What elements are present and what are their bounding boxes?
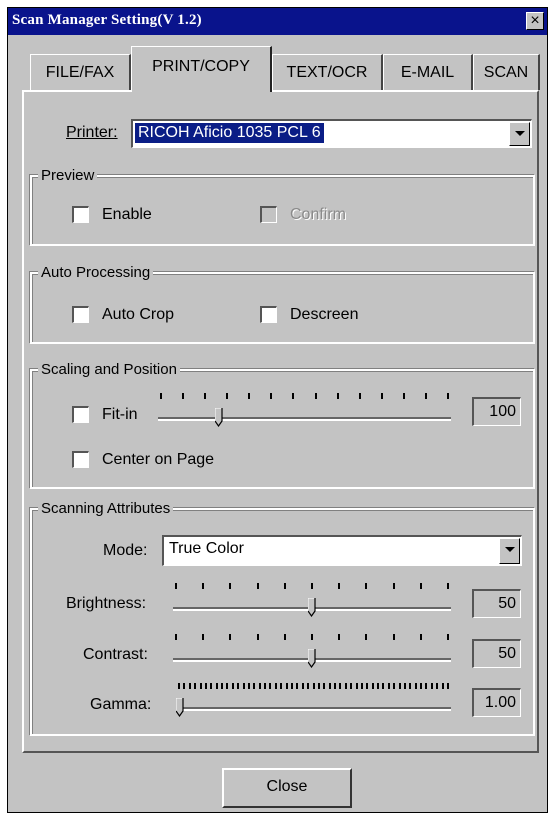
fit-in-value: 100 xyxy=(472,397,521,426)
contrast-slider[interactable] xyxy=(173,634,451,670)
brightness-label: Brightness: xyxy=(66,595,147,612)
confirm-checkbox xyxy=(260,206,277,223)
close-button[interactable]: Close xyxy=(222,768,352,808)
slider-thumb[interactable] xyxy=(308,598,316,617)
gamma-label: Gamma: xyxy=(90,696,152,713)
scaling-group-title: Scaling and Position xyxy=(38,360,180,379)
auto-processing-group-title: Auto Processing xyxy=(38,263,154,282)
descreen-label: Descreen xyxy=(290,306,359,323)
center-on-page-checkbox[interactable] xyxy=(72,451,89,468)
auto-crop-checkbox[interactable] xyxy=(72,306,89,323)
brightness-slider[interactable] xyxy=(173,583,451,619)
window-title: Scan Manager Setting(V 1.2) xyxy=(12,12,202,28)
slider-thumb[interactable] xyxy=(215,408,223,427)
mode-select[interactable]: True Color xyxy=(162,535,522,566)
mode-label: Mode: xyxy=(103,542,148,559)
tab-scan[interactable]: SCAN xyxy=(473,54,540,90)
scaling-group: Scaling and Position xyxy=(30,360,535,489)
fit-in-checkbox[interactable] xyxy=(72,406,89,423)
descreen-checkbox[interactable] xyxy=(260,306,277,323)
title-bar[interactable]: Scan Manager Setting(V 1.2) × xyxy=(8,8,547,35)
gamma-slider[interactable] xyxy=(176,683,451,719)
gamma-value: 1.00 xyxy=(472,688,521,717)
tab-e-mail[interactable]: E-MAIL xyxy=(383,54,473,90)
slider-thumb[interactable] xyxy=(308,649,316,668)
slider-ticks xyxy=(173,583,451,589)
brightness-value: 50 xyxy=(472,589,521,618)
chevron-down-icon[interactable] xyxy=(499,538,520,564)
slider-track xyxy=(158,417,451,421)
slider-ticks xyxy=(158,393,451,399)
close-icon[interactable]: × xyxy=(526,12,544,30)
center-on-page-label: Center on Page xyxy=(102,451,215,468)
mode-value: True Color xyxy=(169,540,244,557)
contrast-label: Contrast: xyxy=(83,646,148,663)
chevron-down-icon[interactable] xyxy=(509,122,530,146)
slider-ticks xyxy=(176,683,451,689)
printer-label: Printer: xyxy=(66,124,118,141)
slider-track xyxy=(176,707,451,711)
tab-file-fax[interactable]: FILE/FAX xyxy=(30,54,131,90)
slider-thumb[interactable] xyxy=(176,698,184,717)
fit-in-label: Fit-in xyxy=(102,406,138,423)
printer-value: RICOH Aficio 1035 PCL 6 xyxy=(135,123,324,143)
fit-in-slider[interactable] xyxy=(158,393,451,429)
slider-ticks xyxy=(173,634,451,640)
auto-crop-label: Auto Crop xyxy=(102,306,175,323)
enable-checkbox[interactable] xyxy=(72,206,89,223)
contrast-value: 50 xyxy=(472,639,521,668)
tab-print-copy[interactable]: PRINT/COPY xyxy=(131,46,272,92)
printer-select[interactable]: RICOH Aficio 1035 PCL 6 xyxy=(131,119,532,148)
tab-text-ocr[interactable]: TEXT/OCR xyxy=(272,54,383,90)
preview-group-title: Preview xyxy=(38,166,98,185)
enable-label: Enable xyxy=(102,206,152,223)
confirm-label: Confirm xyxy=(290,206,347,223)
scanning-attributes-group-title: Scanning Attributes xyxy=(38,499,174,518)
